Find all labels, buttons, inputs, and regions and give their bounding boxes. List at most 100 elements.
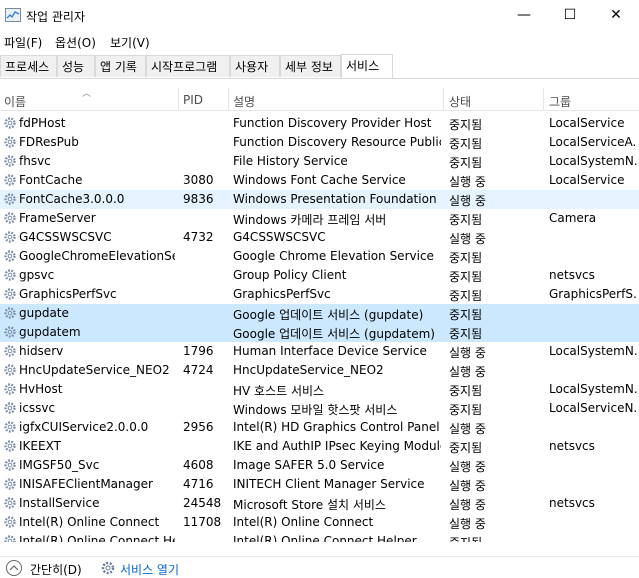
service-group: netsvcs	[549, 439, 595, 453]
gear-icon	[4, 440, 16, 452]
maximize-button[interactable]: ☐	[547, 0, 593, 32]
table-row[interactable]: GraphicsPerfSvc GraphicsPerfSvc 중지됨 Graphic…	[0, 285, 639, 304]
service-name: GoogleChromeElevationSe...	[19, 249, 175, 263]
table-row[interactable]: igfxCUIService2.0.0.0 2956 Intel(R) HD Gra…	[0, 418, 639, 437]
table-row[interactable]: fhsvc File History Service 중지됨 LocalSystemN…	[0, 152, 639, 171]
service-status: 중지됨	[449, 441, 483, 455]
column-divider[interactable]	[178, 88, 179, 110]
services-list: fdPHost Function Discovery Provider Host 중…	[0, 114, 639, 542]
table-row[interactable]: IKEEXT IKE and AuthIP IPsec Keying Module…	[0, 437, 639, 456]
column-description[interactable]: 설명	[233, 93, 255, 110]
service-name: FontCache3.0.0.0	[19, 192, 125, 206]
table-row[interactable]: GoogleChromeElevationSe... Google Chrome …	[0, 247, 639, 266]
tab-users[interactable]: 사용자	[230, 55, 280, 77]
tab-app-history[interactable]: 앱 기록	[95, 55, 146, 77]
table-row[interactable]: FontCache 3080 Windows Font Cache Service 실…	[0, 171, 639, 190]
tab-details[interactable]: 세부 정보	[280, 55, 341, 77]
gear-icon	[4, 535, 16, 542]
service-description: Intel(R) Online Connect Helper	[233, 534, 417, 542]
column-status[interactable]: 상태	[449, 93, 471, 110]
service-name: FrameServer	[19, 211, 96, 225]
service-status: 중지됨	[449, 118, 483, 132]
task-manager-icon	[5, 8, 21, 22]
open-services-link[interactable]: 서비스 열기	[120, 561, 179, 578]
column-divider[interactable]	[228, 88, 229, 110]
table-row[interactable]: InstallService 24548 Microsoft Store 설치 서비…	[0, 494, 639, 513]
table-row[interactable]: FrameServer Windows 카메라 프레임 서버 중지됨 Camera	[0, 209, 639, 228]
service-description: HV 호스트 서비스	[233, 384, 325, 398]
table-row[interactable]: IMGSF50_Svc 4608 Image SAFER 5.0 Service 실행…	[0, 456, 639, 475]
maximize-icon: ☐	[563, 7, 577, 23]
service-status: 실행 중	[449, 232, 486, 246]
table-row[interactable]: icssvc Windows 모바일 핫스팟 서비스 중지됨 LocalService…	[0, 399, 639, 418]
tab-startup[interactable]: 시작프로그램	[146, 55, 230, 77]
service-description: Intel(R) Online Connect	[233, 515, 374, 529]
service-status: 실행 중	[449, 194, 486, 208]
column-group[interactable]: 그룹	[549, 93, 571, 110]
service-status: 중지됨	[449, 289, 483, 303]
gear-icon	[4, 421, 16, 433]
gear-icon	[4, 364, 16, 376]
table-row[interactable]: Intel(R) Online Connect 11708 Intel(R) Onl…	[0, 513, 639, 532]
table-row[interactable]: gupdate Google 업데이트 서비스 (gupdate) 중지됨	[0, 304, 639, 323]
table-row[interactable]: Intel(R) Online Connect He... Intel(R) On…	[0, 532, 639, 542]
column-divider[interactable]	[543, 88, 544, 110]
service-description: IKE and AuthIP IPsec Keying Modules	[233, 439, 441, 453]
table-row[interactable]: hidserv 1796 Human Interface Device Servic…	[0, 342, 639, 361]
service-description: HncUpdateService_NEO2	[233, 363, 384, 377]
table-row[interactable]: INISAFEClientManager 4716 INITECH Client M…	[0, 475, 639, 494]
gear-icon	[4, 288, 16, 300]
table-row[interactable]: HvHost HV 호스트 서비스 중지됨 LocalSystemN...	[0, 380, 639, 399]
menu-bar: 파일(F) 옵션(O) 보기(V)	[0, 32, 639, 52]
service-description: Google 업데이트 서비스 (gupdatem)	[233, 327, 435, 341]
table-row[interactable]: FontCache3.0.0.0 9836 Windows Presentation…	[0, 190, 639, 209]
service-name: IKEEXT	[19, 439, 61, 453]
tab-performance[interactable]: 성능	[57, 55, 95, 77]
minimize-button[interactable]: —	[501, 0, 547, 32]
service-status: 실행 중	[449, 479, 486, 493]
service-description: Microsoft Store 설치 서비스	[233, 498, 386, 512]
gear-icon	[4, 326, 16, 338]
service-description: File History Service	[233, 154, 348, 168]
collapse-button[interactable]: 간단히(D)	[30, 561, 82, 578]
service-status: 실행 중	[449, 422, 486, 436]
service-name: G4CSSWSCSVC	[19, 230, 112, 244]
service-status: 실행 중	[449, 498, 486, 512]
service-description: Windows 카메라 프레임 서버	[233, 213, 387, 227]
column-pid[interactable]: PID	[183, 93, 203, 107]
menu-file[interactable]: 파일(F)	[4, 34, 42, 51]
gear-icon	[4, 117, 16, 129]
service-name: GraphicsPerfSvc	[19, 287, 117, 301]
tab-processes[interactable]: 프로세스	[0, 55, 57, 77]
service-status: 중지됨	[449, 213, 483, 227]
service-description: GraphicsPerfSvc	[233, 287, 331, 301]
tab-services[interactable]: 서비스	[341, 54, 393, 78]
gear-icon	[4, 155, 16, 167]
table-row[interactable]: G4CSSWSCSVC 4732 G4CSSWSCSVC 실행 중	[0, 228, 639, 247]
service-status: 중지됨	[449, 137, 483, 151]
service-description: INITECH Client Manager Service	[233, 477, 425, 491]
service-pid: 9836	[183, 192, 214, 206]
service-name: Intel(R) Online Connect	[19, 515, 160, 529]
service-name: gupdatem	[19, 325, 81, 339]
table-row[interactable]: gpsvc Group Policy Client 중지됨 netsvcs	[0, 266, 639, 285]
table-row[interactable]: FDResPub Function Discovery Resource Publ…	[0, 133, 639, 152]
close-button[interactable]: ✕	[593, 0, 639, 32]
menu-options[interactable]: 옵션(O)	[55, 34, 96, 51]
service-name: Intel(R) Online Connect He...	[19, 534, 175, 542]
gear-icon	[4, 383, 16, 395]
column-name[interactable]: 이름	[4, 93, 26, 110]
table-row[interactable]: HncUpdateService_NEO2 4724 HncUpdateServic…	[0, 361, 639, 380]
collapse-icon[interactable]	[5, 559, 23, 577]
service-status: 중지됨	[449, 327, 483, 341]
close-icon: ✕	[610, 7, 622, 23]
menu-view[interactable]: 보기(V)	[110, 34, 150, 51]
column-divider[interactable]	[443, 88, 444, 110]
table-row[interactable]: gupdatem Google 업데이트 서비스 (gupdatem) 중지됨	[0, 323, 639, 342]
service-status: 실행 중	[449, 365, 486, 379]
gear-icon	[4, 136, 16, 148]
service-name: IMGSF50_Svc	[19, 458, 100, 472]
service-description: Image SAFER 5.0 Service	[233, 458, 385, 472]
table-row[interactable]: fdPHost Function Discovery Provider Host 중…	[0, 114, 639, 133]
gear-icon	[4, 212, 16, 224]
